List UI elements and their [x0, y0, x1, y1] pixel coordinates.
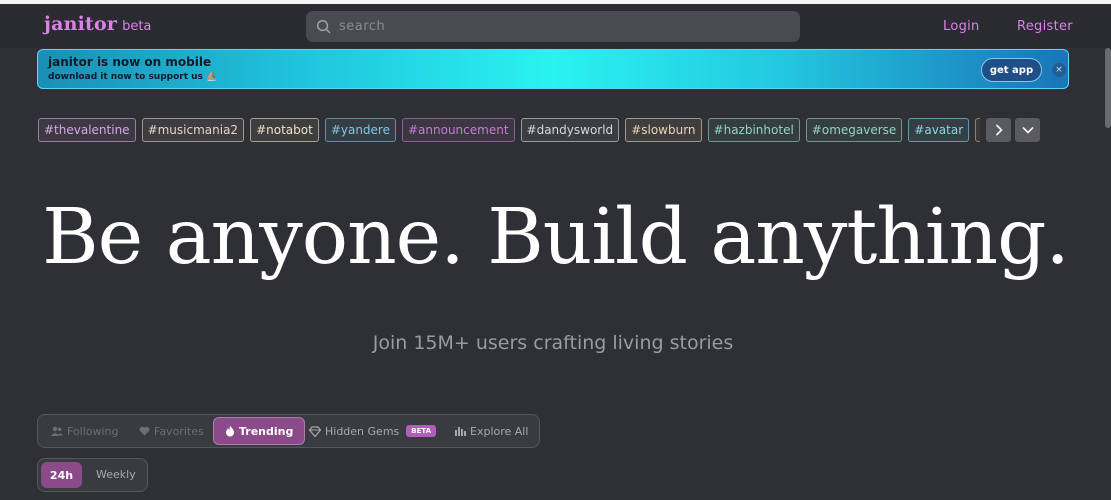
banner-subtitle: download it now to support us ⛵: [48, 72, 218, 82]
hero-subtitle: Join 15M+ users crafting living stories: [372, 332, 734, 354]
tab-hidden-gems[interactable]: Hidden Gems BETA: [309, 415, 437, 447]
chevron-right-icon: [995, 124, 1002, 136]
login-link[interactable]: Login: [943, 19, 980, 34]
tag-chip[interactable]: #announcement: [401, 118, 515, 142]
search-input[interactable]: [339, 19, 779, 34]
chevron-down-icon: [1022, 127, 1033, 134]
period-toggle: 24h Weekly: [37, 458, 148, 492]
register-link[interactable]: Register: [1017, 19, 1073, 34]
tag-chip[interactable]: #yandere: [324, 118, 396, 142]
tab-trending[interactable]: Trending: [213, 417, 306, 445]
gem-icon: [309, 425, 321, 437]
tag-chip[interactable]: #thevalentine: [38, 118, 136, 142]
logo-beta-label: beta: [122, 19, 152, 34]
tag-chip[interactable]: 👨 Ma: [975, 118, 980, 142]
tag-chip[interactable]: #dandysworld: [520, 118, 620, 142]
tags-expand-button[interactable]: [1015, 118, 1040, 142]
tab-explore-all-label: Explore All: [470, 424, 529, 438]
banner-title: janitor is now on mobile: [48, 55, 212, 69]
tag-chip[interactable]: #musicmania2: [141, 118, 245, 142]
tag-chip[interactable]: #notabot: [250, 118, 319, 142]
page-scrollbar[interactable]: [1105, 48, 1111, 128]
tab-following[interactable]: Following: [51, 415, 119, 447]
close-icon[interactable]: ×: [1052, 63, 1066, 77]
tab-explore-all[interactable]: Explore All: [455, 415, 528, 447]
mobile-app-banner: janitor is now on mobile download it now…: [37, 49, 1069, 89]
tag-chip[interactable]: #slowburn: [625, 118, 702, 142]
period-24h-button[interactable]: 24h: [41, 462, 82, 488]
tab-following-label: Following: [67, 424, 119, 438]
period-weekly-button[interactable]: Weekly: [96, 468, 136, 481]
hero-title: Be anyone. Build anything.: [42, 193, 1070, 282]
tag-chip[interactable]: #omegaverse: [805, 118, 903, 142]
search-bar[interactable]: [306, 11, 800, 42]
tag-strip: #thevalentine #musicmania2 #notabot #yander…: [38, 118, 980, 142]
tab-favorites-label: Favorites: [154, 424, 204, 438]
get-app-button[interactable]: get app: [981, 58, 1042, 82]
feed-tabs: Following Favorites Trending Hidden Gems…: [37, 414, 540, 448]
tags-scroll-right-button[interactable]: [986, 118, 1011, 142]
search-icon: [316, 19, 331, 34]
tab-hidden-gems-label: Hidden Gems: [325, 424, 400, 438]
logo[interactable]: janitor beta: [44, 13, 151, 35]
flame-icon: [226, 425, 234, 437]
top-nav: janitor beta Login Register: [0, 4, 1111, 48]
beta-badge: BETA: [406, 425, 437, 437]
tab-trending-label: Trending: [239, 424, 294, 438]
tag-chip[interactable]: #hazbinhotel: [707, 118, 800, 142]
heart-icon: [139, 426, 150, 436]
logo-wordmark: janitor: [44, 13, 118, 35]
users-icon: [51, 426, 63, 436]
bar-chart-icon: [455, 427, 466, 436]
tag-chip[interactable]: #avatar: [908, 118, 970, 142]
tab-favorites[interactable]: Favorites: [139, 415, 204, 447]
